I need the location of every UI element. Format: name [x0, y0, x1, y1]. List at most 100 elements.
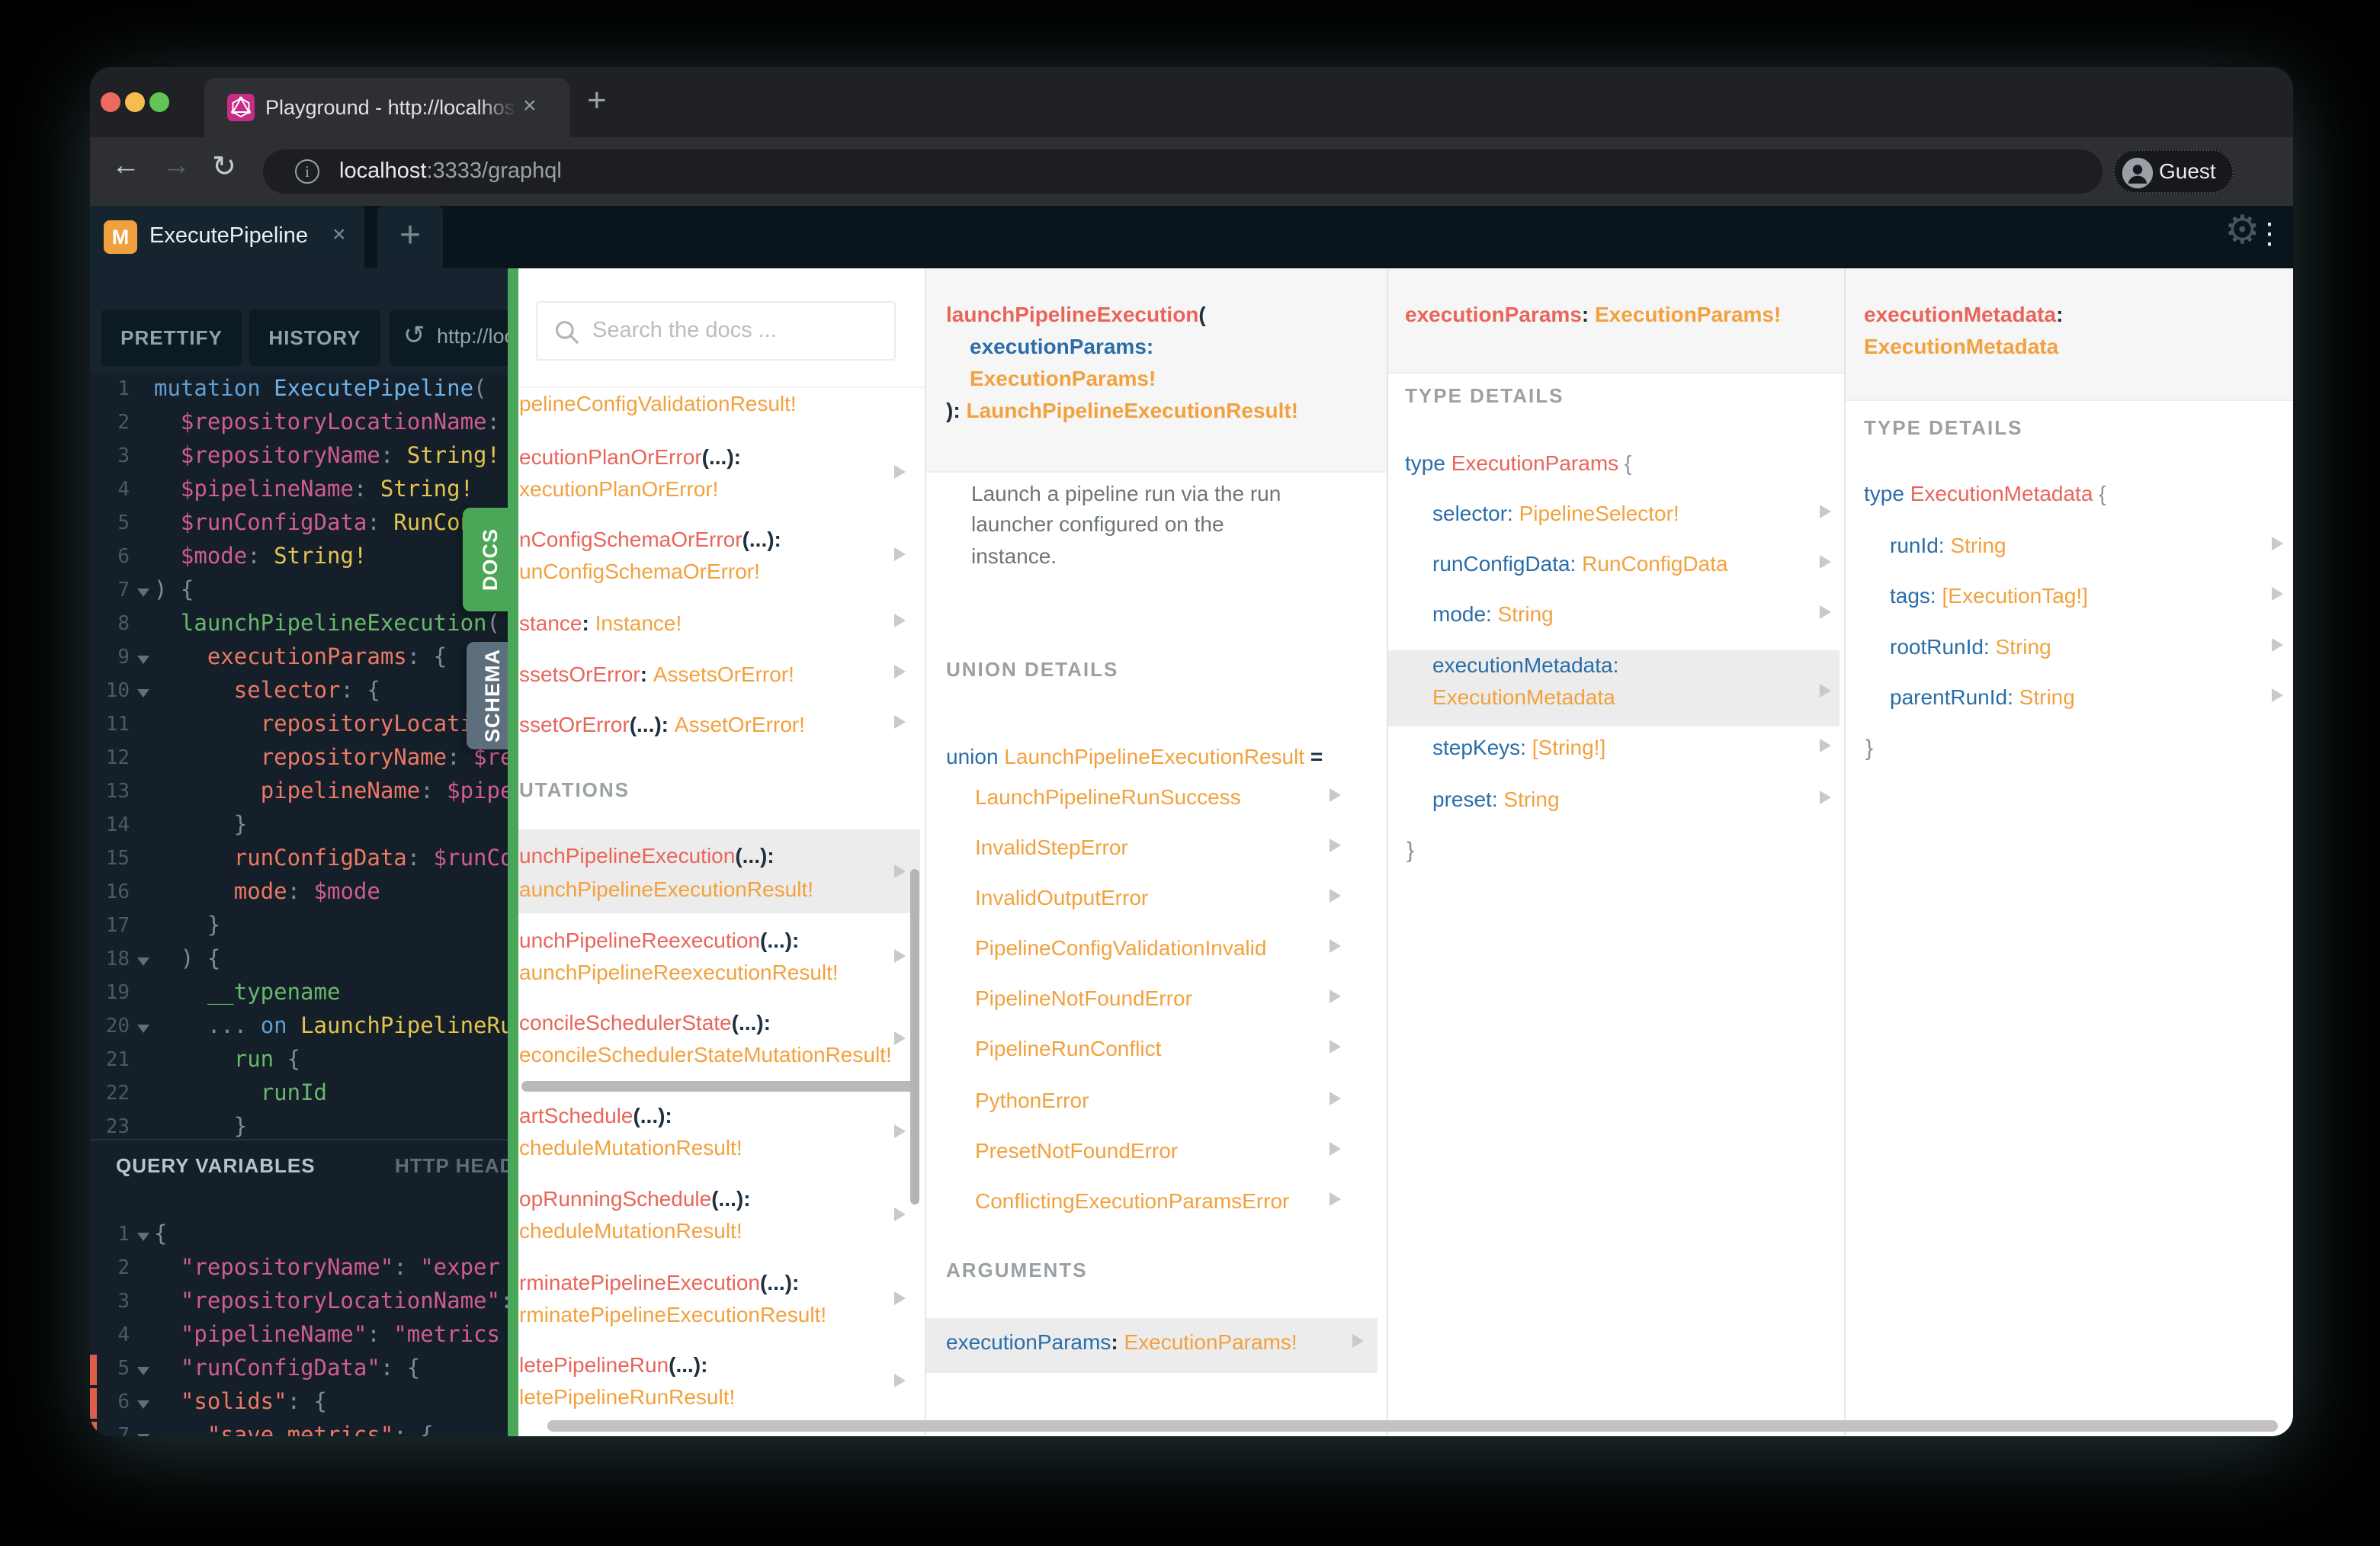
doc-line[interactable]: PipelineRunConflict [975, 1037, 1161, 1061]
fold-arrow-icon[interactable] [137, 1233, 149, 1241]
chevron-right-icon[interactable] [894, 949, 906, 963]
chevron-right-icon[interactable] [1330, 889, 1341, 903]
chevron-right-icon[interactable] [1820, 684, 1831, 698]
site-info-icon[interactable]: i [295, 159, 319, 184]
doc-line[interactable]: nConfigSchemaOrError(...): [519, 528, 781, 552]
doc-line[interactable]: InvalidStepError [975, 836, 1128, 860]
fold-arrow-icon[interactable] [137, 957, 149, 966]
fold-arrow-icon[interactable] [137, 689, 149, 698]
chevron-right-icon[interactable] [894, 614, 906, 627]
chevron-right-icon[interactable] [1820, 505, 1831, 518]
chevron-right-icon[interactable] [1330, 1192, 1341, 1206]
doc-line[interactable]: econcileSchedulerStateMutationResult! [519, 1043, 892, 1067]
back-icon[interactable]: ← [111, 149, 140, 182]
chevron-right-icon[interactable] [894, 665, 906, 678]
settings-gear-icon[interactable]: ⚙ [2224, 207, 2260, 253]
vertical-scrollbar[interactable] [910, 869, 919, 1204]
reload-icon[interactable]: ↻ [212, 149, 236, 184]
doc-line[interactable]: PipelineNotFoundError [975, 986, 1192, 1011]
doc-line[interactable]: stance: Instance! [519, 611, 682, 636]
doc-line[interactable]: LaunchPipelineRunSuccess [975, 785, 1241, 810]
tab-query-variables[interactable]: QUERY VARIABLES [116, 1154, 316, 1178]
chevron-right-icon[interactable] [1330, 1040, 1341, 1054]
doc-line[interactable]: parentRunId: String [1890, 685, 2075, 710]
chevron-right-icon[interactable] [1820, 605, 1831, 619]
chevron-right-icon[interactable] [894, 1291, 906, 1305]
doc-line[interactable]: rminatePipelineExecution(...): [519, 1271, 799, 1295]
fold-arrow-icon[interactable] [137, 589, 149, 597]
doc-line[interactable]: ssetOrError(...): AssetOrError! [519, 713, 805, 737]
chevron-right-icon[interactable] [894, 1374, 906, 1387]
doc-line[interactable]: artSchedule(...): [519, 1104, 672, 1128]
doc-line[interactable]: ssetsOrError: AssetsOrError! [519, 662, 794, 687]
doc-line[interactable]: runId: String [1890, 534, 2006, 558]
docs-horizontal-scrollbar[interactable] [547, 1420, 2278, 1432]
doc-line[interactable]: InvalidOutputError [975, 886, 1148, 910]
chevron-right-icon[interactable] [894, 864, 906, 878]
close-window-button[interactable] [101, 92, 120, 112]
profile-button[interactable]: Guest [2113, 149, 2234, 194]
forward-icon[interactable]: → [162, 149, 191, 182]
history-button[interactable]: HISTORY [249, 310, 380, 366]
doc-line[interactable]: unConfigSchemaOrError! [519, 560, 760, 584]
doc-line[interactable]: stepKeys: [String!] [1432, 736, 1605, 760]
browser-tab[interactable]: Playground - http://localhost:3 × [204, 78, 570, 137]
doc-line[interactable]: pelineConfigValidationResult! [519, 392, 797, 416]
doc-line[interactable]: letePipelineRunResult! [519, 1385, 735, 1410]
chevron-right-icon[interactable] [2272, 688, 2283, 702]
tab-http-headers[interactable]: HTTP HEADERS [395, 1154, 508, 1178]
new-session-button[interactable]: + [377, 206, 443, 268]
fold-arrow-icon[interactable] [137, 1367, 149, 1375]
chevron-right-icon[interactable] [2272, 537, 2283, 550]
doc-line[interactable]: cheduleMutationResult! [519, 1136, 743, 1160]
chevron-right-icon[interactable] [1330, 839, 1341, 852]
address-bar[interactable]: i localhost:3333/graphql [263, 149, 2103, 194]
doc-line[interactable]: opRunningSchedule(...): [519, 1187, 751, 1211]
doc-line[interactable]: concileSchedulerState(...): [519, 1011, 771, 1035]
variables-editor[interactable]: 1{2 "repositoryName": "exper 3 "repositor… [90, 1197, 508, 1436]
doc-line[interactable]: PipelineConfigValidationInvalid [975, 936, 1266, 961]
docs-search-input[interactable]: Search the docs ... [536, 301, 896, 361]
doc-line[interactable]: rootRunId: String [1890, 635, 2051, 659]
endpoint-input[interactable]: ↺ http://loc [390, 310, 508, 366]
doc-line[interactable]: ConflictingExecutionParamsError [975, 1189, 1289, 1214]
doc-line[interactable]: tags: [ExecutionTag!] [1890, 584, 2088, 608]
fold-arrow-icon[interactable] [137, 656, 149, 664]
doc-line[interactable]: selector: PipelineSelector! [1432, 502, 1679, 526]
chevron-right-icon[interactable] [1330, 1092, 1341, 1105]
chevron-right-icon[interactable] [1820, 555, 1831, 569]
doc-line[interactable]: aunchPipelineExecutionResult! [519, 877, 813, 902]
fold-arrow-icon[interactable] [137, 1400, 149, 1409]
doc-line[interactable]: preset: String [1432, 787, 1560, 812]
docs-edge-strip[interactable] [508, 268, 518, 1436]
chevron-right-icon[interactable] [894, 1124, 906, 1138]
horizontal-scrollbar[interactable] [521, 1081, 916, 1092]
chevron-right-icon[interactable] [2272, 587, 2283, 601]
tab-close-icon[interactable]: × [523, 93, 537, 119]
doc-line[interactable]: ExecutionMetadata [1432, 685, 1615, 710]
session-tab[interactable]: M ExecutePipeline × [90, 206, 364, 268]
doc-line[interactable]: unchPipelineExecution(...): [519, 844, 775, 868]
chevron-right-icon[interactable] [2272, 638, 2283, 652]
fold-arrow-icon[interactable] [137, 1025, 149, 1033]
chevron-right-icon[interactable] [1820, 791, 1831, 804]
minimize-window-button[interactable] [125, 92, 145, 112]
doc-line[interactable]: executionMetadata: [1432, 653, 1618, 678]
new-tab-button[interactable]: + [587, 84, 607, 117]
doc-line[interactable]: ecutionPlanOrError(...): [519, 445, 741, 470]
doc-line[interactable]: letePipelineRun(...): [519, 1353, 707, 1378]
session-close-icon[interactable]: × [332, 222, 346, 248]
prettify-button[interactable]: PRETTIFY [101, 310, 242, 366]
chevron-right-icon[interactable] [1352, 1334, 1364, 1348]
doc-line[interactable]: executionParams: ExecutionParams! [946, 1330, 1297, 1355]
chevron-right-icon[interactable] [1330, 939, 1341, 953]
doc-line[interactable]: rminatePipelineExecutionResult! [519, 1303, 826, 1327]
doc-line[interactable]: unchPipelineReexecution(...): [519, 929, 799, 953]
doc-line[interactable]: xecutionPlanOrError! [519, 477, 718, 502]
fold-arrow-icon[interactable] [137, 1434, 149, 1436]
chevron-right-icon[interactable] [894, 1208, 906, 1221]
doc-line[interactable]: PythonError [975, 1089, 1089, 1113]
chevron-right-icon[interactable] [894, 715, 906, 729]
doc-line[interactable]: mode: String [1432, 602, 1554, 627]
query-editor[interactable]: 1 mutation ExecutePipeline(2 $repositoryL… [90, 374, 508, 1139]
